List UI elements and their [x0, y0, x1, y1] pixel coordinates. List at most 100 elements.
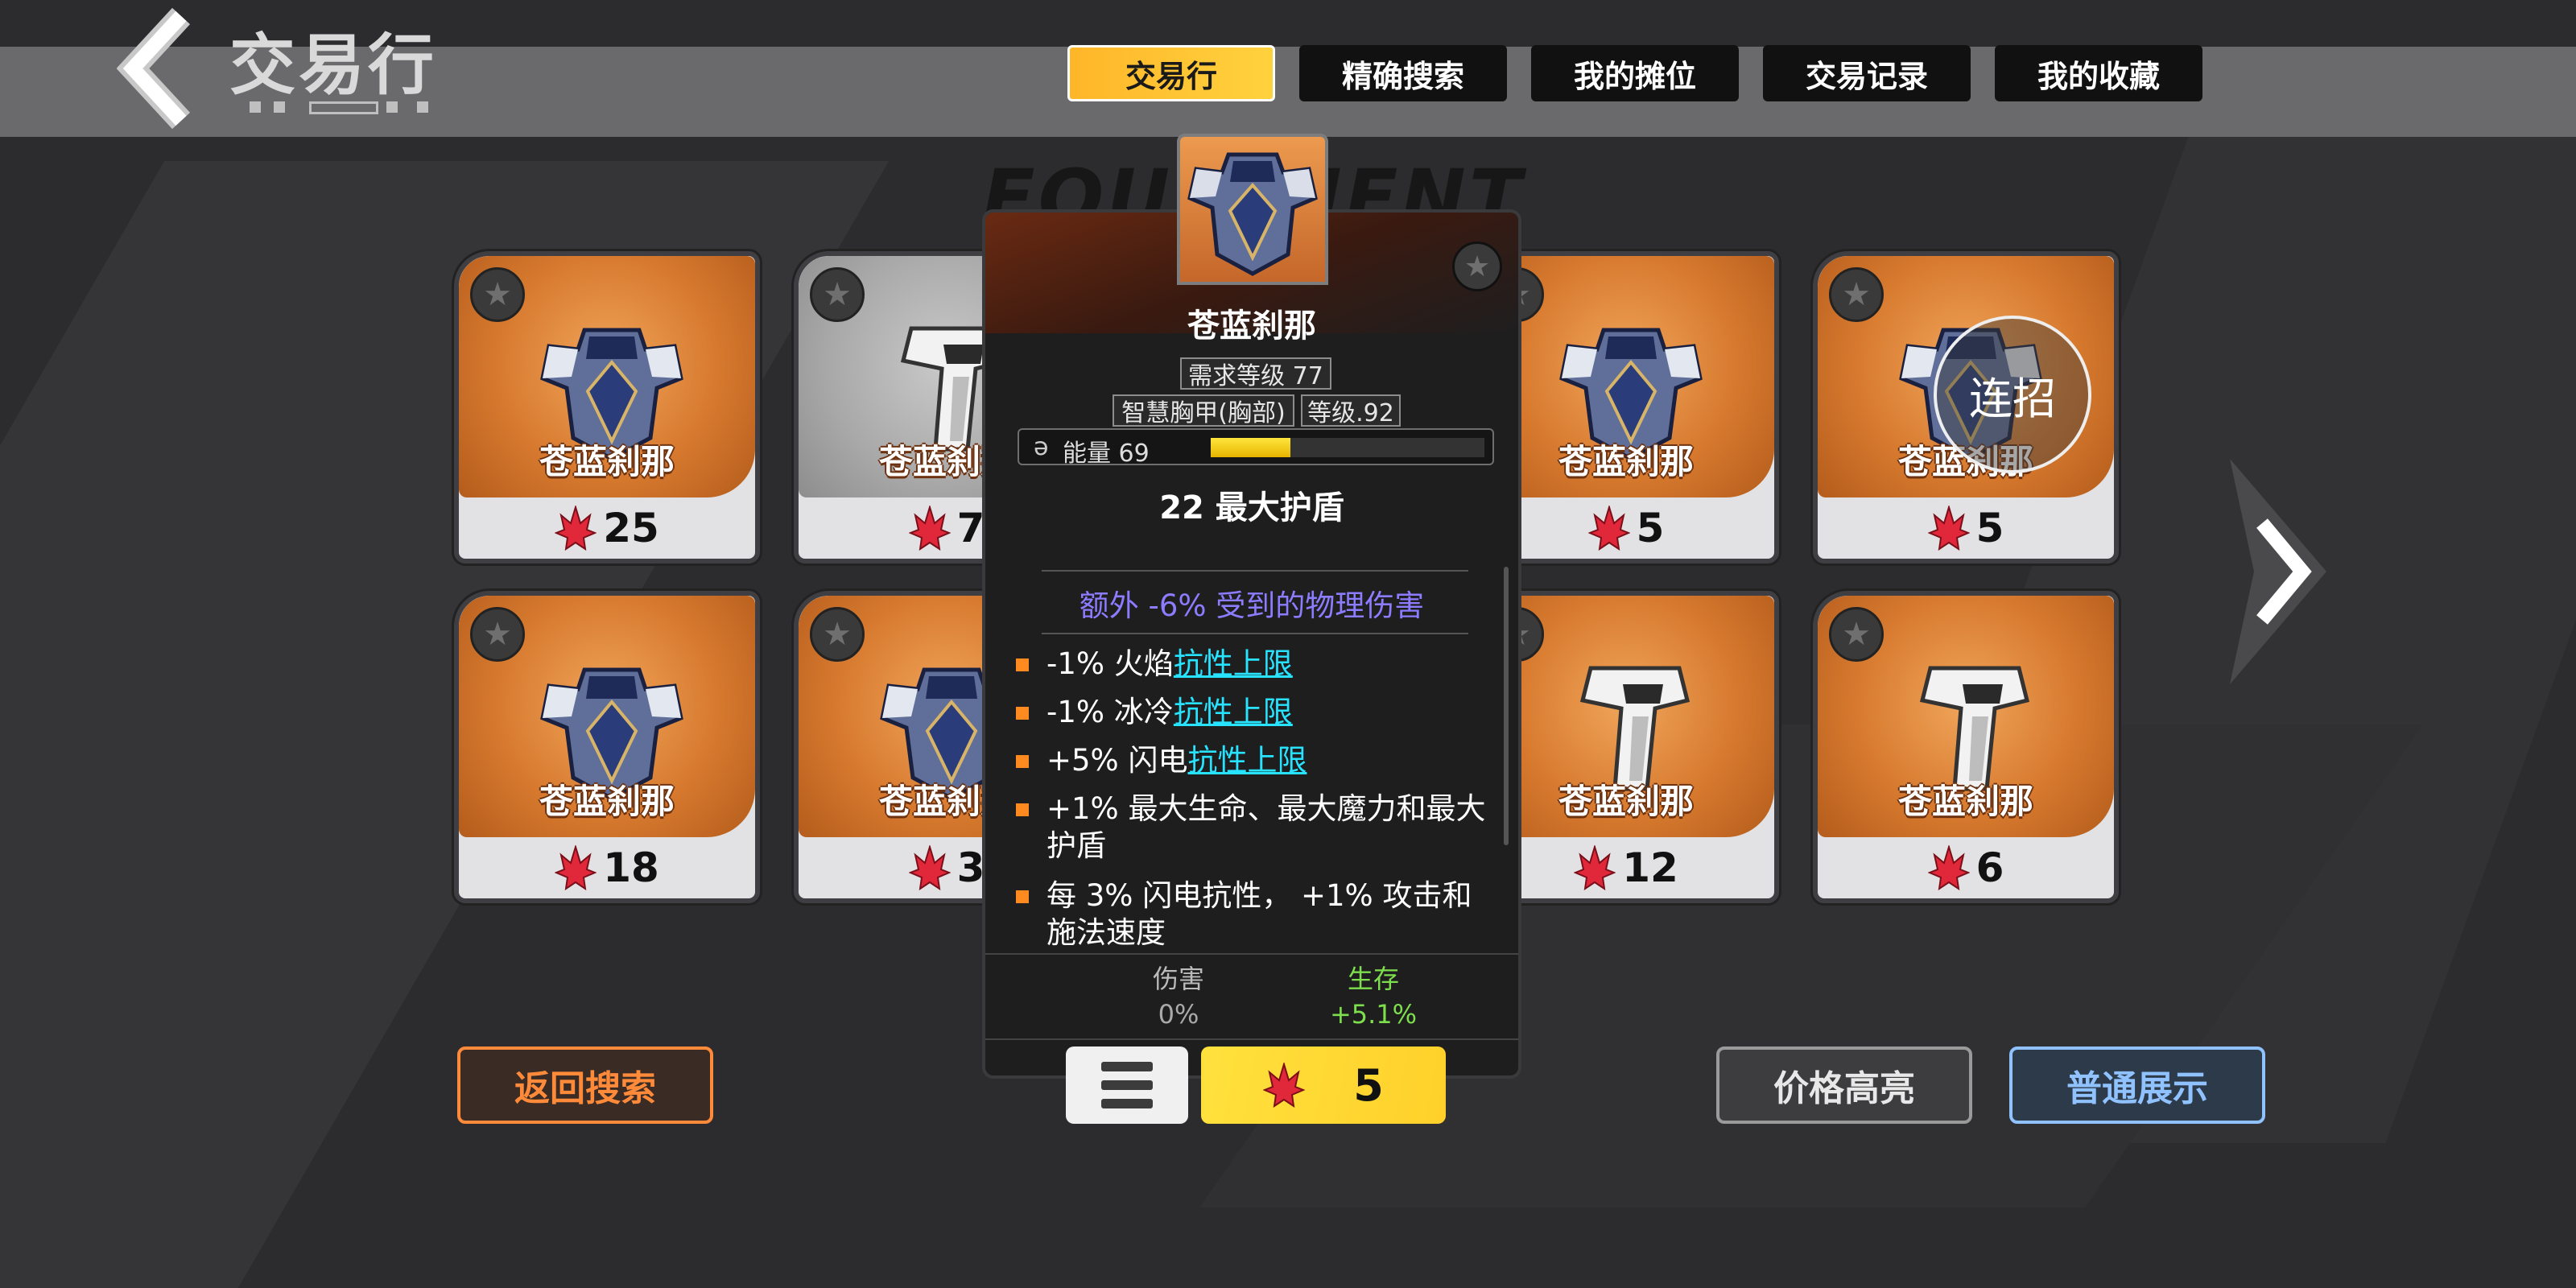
favorite-star-icon[interactable]: ★ [810, 607, 865, 662]
affix-link[interactable]: 抗性上限 [1174, 695, 1293, 729]
stat-damage: 伤害 0% [1098, 961, 1259, 1032]
tab-favorites[interactable]: 我的收藏 [1995, 45, 2202, 101]
card-name: 苍蓝刹那 [1558, 442, 1694, 481]
energy-label: 能量 69 [1063, 440, 1150, 468]
favorite-star-icon[interactable]: ★ [1452, 242, 1502, 291]
price-value: 6 [1975, 844, 2004, 891]
item-type: 智慧胸甲(胸部) [1113, 394, 1294, 427]
tab-exact-search[interactable]: 精确搜索 [1299, 45, 1507, 101]
divider [1042, 570, 1468, 572]
affix-text: -1% 火焰抗性上限 [1016, 646, 1499, 683]
title-decoration [250, 101, 428, 118]
tab-trading-house[interactable]: 交易行 [1067, 45, 1275, 101]
card-name: 苍蓝刹那 [539, 782, 675, 821]
favorite-star-icon[interactable]: ★ [810, 267, 865, 322]
back-button[interactable] [113, 8, 209, 129]
price-highlight-button[interactable]: 价格高亮 [1716, 1046, 1972, 1124]
item-name: 苍蓝刹那 [1187, 308, 1316, 345]
favorite-star-icon[interactable]: ★ [470, 607, 525, 662]
tab-trade-history[interactable]: 交易记录 [1763, 45, 1971, 101]
base-stat: 22 最大护盾 [1159, 489, 1344, 526]
stat-label: 伤害 [1152, 964, 1204, 994]
favorite-star-icon[interactable]: ★ [470, 267, 525, 322]
energy-bar [1211, 438, 1484, 457]
stat-value: 0% [1158, 999, 1199, 1030]
affix-prefix: +5% 闪电 [1046, 743, 1188, 778]
price-value: 5 [1975, 505, 2004, 551]
item-detail-panel: ★ 苍蓝刹那 需求等级 77 智慧胸甲(胸部) 等级.92 ə 能量 69 22… [982, 209, 1521, 1079]
affix-text: 每 3% 闪电抗性， +1% 攻击和施法速度 [1016, 877, 1499, 947]
bullet-icon [1016, 658, 1029, 671]
stat-label: 生存 [1347, 964, 1399, 994]
stat-value: +5.1% [1329, 999, 1418, 1030]
affix-link[interactable]: 抗性上限 [1187, 743, 1307, 778]
card-price: 6 [1818, 837, 2114, 898]
buy-price: 5 [1353, 1059, 1384, 1111]
item-card[interactable]: ★ 苍蓝刹那 18 [454, 591, 760, 903]
affix-line: 每 3% 闪电抗性， +1% 攻击和施法速度 [1016, 877, 1499, 947]
item-card[interactable]: ★ 苍蓝刹那 6 [1813, 591, 2119, 903]
card-price: 25 [459, 497, 755, 559]
price-value: 12 [1622, 844, 1678, 891]
card-price: 12 [1478, 837, 1774, 898]
affix-text: -1% 冰冷抗性上限 [1016, 694, 1499, 731]
item-card[interactable]: ★ 苍蓝刹那 25 [454, 251, 760, 564]
red-crystal-icon [1927, 506, 1970, 551]
red-crystal-icon [1587, 506, 1630, 551]
bullet-icon [1016, 890, 1029, 903]
energy-icon: ə [1034, 433, 1049, 461]
red-crystal-icon [908, 845, 951, 890]
required-level: 需求等级 77 [1180, 357, 1331, 390]
affix-prefix: -1% 冰冷 [1046, 695, 1174, 729]
affix-prefix: -1% 火焰 [1046, 646, 1174, 681]
energy-row: ə 能量 69 [1018, 428, 1494, 468]
price-value: 18 [603, 844, 659, 891]
affix-line: -1% 火焰抗性上限 [1016, 646, 1499, 683]
card-price: 18 [459, 837, 755, 898]
card-name: 苍蓝刹那 [1558, 782, 1694, 821]
armor-icon [1187, 152, 1318, 276]
scrollbar[interactable] [1504, 567, 1509, 845]
bullet-icon [1016, 755, 1029, 768]
affix-line: +5% 闪电抗性上限 [1016, 742, 1499, 779]
chevron-right-icon [2230, 459, 2326, 684]
affix-link[interactable]: 抗性上限 [1174, 646, 1293, 681]
affix-text: +5% 闪电抗性上限 [1016, 742, 1499, 779]
red-crystal-icon [555, 845, 597, 890]
back-to-search-button[interactable]: 返回搜索 [457, 1046, 713, 1124]
card-price: 5 [1818, 497, 2114, 559]
page-title: 交易行 [229, 27, 438, 104]
tab-bar: 交易行 精确搜索 我的摊位 交易记录 我的收藏 [1067, 45, 2202, 101]
menu-icon [1101, 1062, 1153, 1108]
red-crystal-icon [908, 506, 951, 551]
next-page-button[interactable] [2222, 451, 2334, 692]
card-price: 5 [1478, 497, 1774, 559]
chevron-left-icon [117, 8, 191, 129]
menu-button[interactable] [1066, 1046, 1188, 1124]
red-crystal-icon [1927, 845, 1970, 890]
divider [1042, 633, 1468, 634]
tab-my-stall[interactable]: 我的摊位 [1531, 45, 1739, 101]
affix-prefix: +1% 最大生命、最大魔力和最大护盾 [1046, 791, 1486, 863]
normal-display-button[interactable]: 普通展示 [2009, 1046, 2265, 1124]
affix-line: +1% 最大生命、最大魔力和最大护盾 [1016, 791, 1499, 865]
card-name: 苍蓝刹那 [1897, 782, 2033, 821]
card-name: 苍蓝刹那 [539, 442, 675, 481]
affix-text: +1% 最大生命、最大魔力和最大护盾 [1016, 791, 1499, 865]
price-value: 25 [603, 505, 659, 551]
buy-button[interactable]: 5 [1201, 1046, 1446, 1124]
item-icon-frame [1177, 134, 1328, 285]
red-crystal-icon [1574, 845, 1616, 890]
stat-compare: 伤害 0% 生存 +5.1% [985, 953, 1518, 1040]
favorite-star-icon[interactable]: ★ [1829, 267, 1884, 322]
red-crystal-icon [555, 506, 597, 551]
combo-button[interactable]: 连招 [1934, 316, 2091, 473]
price-value: 7 [956, 505, 985, 551]
stat-survival: 生存 +5.1% [1293, 961, 1454, 1032]
price-value: 3 [956, 844, 985, 891]
bullet-icon [1016, 707, 1029, 720]
bullet-icon [1016, 803, 1029, 816]
item-level: 等级.92 [1301, 394, 1401, 427]
favorite-star-icon[interactable]: ★ [1829, 607, 1884, 662]
red-crystal-icon [1263, 1063, 1306, 1108]
